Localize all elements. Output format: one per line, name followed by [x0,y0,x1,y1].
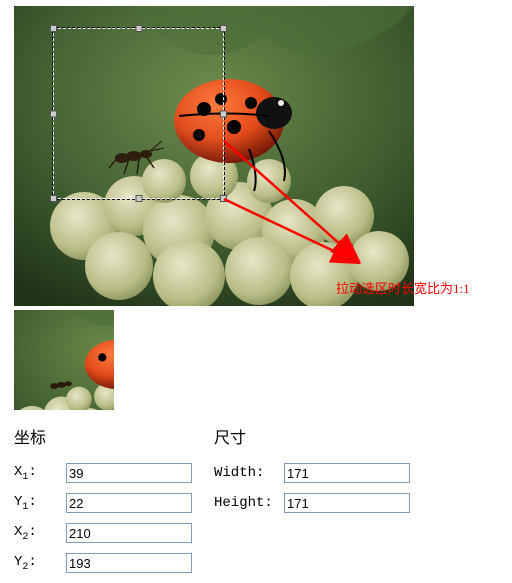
input-width[interactable] [284,463,410,483]
main-image-area[interactable]: 拉动选区时长宽比为1:1 [14,6,414,306]
handle-se[interactable] [220,195,227,202]
handle-ne[interactable] [220,25,227,32]
input-x1[interactable] [66,463,192,483]
label-y1: Y1: [14,494,66,513]
label-width: Width: [214,465,284,481]
handle-nw[interactable] [50,25,57,32]
crop-selection[interactable] [53,28,224,199]
handle-w[interactable] [50,110,57,117]
annotation-text: 拉动选区时长宽比为1:1 [336,278,470,297]
label-y2: Y2: [14,554,66,573]
coords-heading: 坐标 [14,424,214,448]
coordinates-form: 坐标 X1: Y1: X2: Y2: 尺寸 Width: [14,424,512,578]
preview-thumbnail [14,310,114,410]
input-height[interactable] [284,493,410,513]
handle-s[interactable] [135,195,142,202]
input-x2[interactable] [66,523,192,543]
handle-e[interactable] [220,110,227,117]
size-heading: 尺寸 [214,424,474,448]
label-x2: X2: [14,524,66,543]
input-y2[interactable] [66,553,192,573]
handle-n[interactable] [135,25,142,32]
handle-sw[interactable] [50,195,57,202]
input-y1[interactable] [66,493,192,513]
label-height: Height: [214,495,284,511]
label-x1: X1: [14,464,66,483]
